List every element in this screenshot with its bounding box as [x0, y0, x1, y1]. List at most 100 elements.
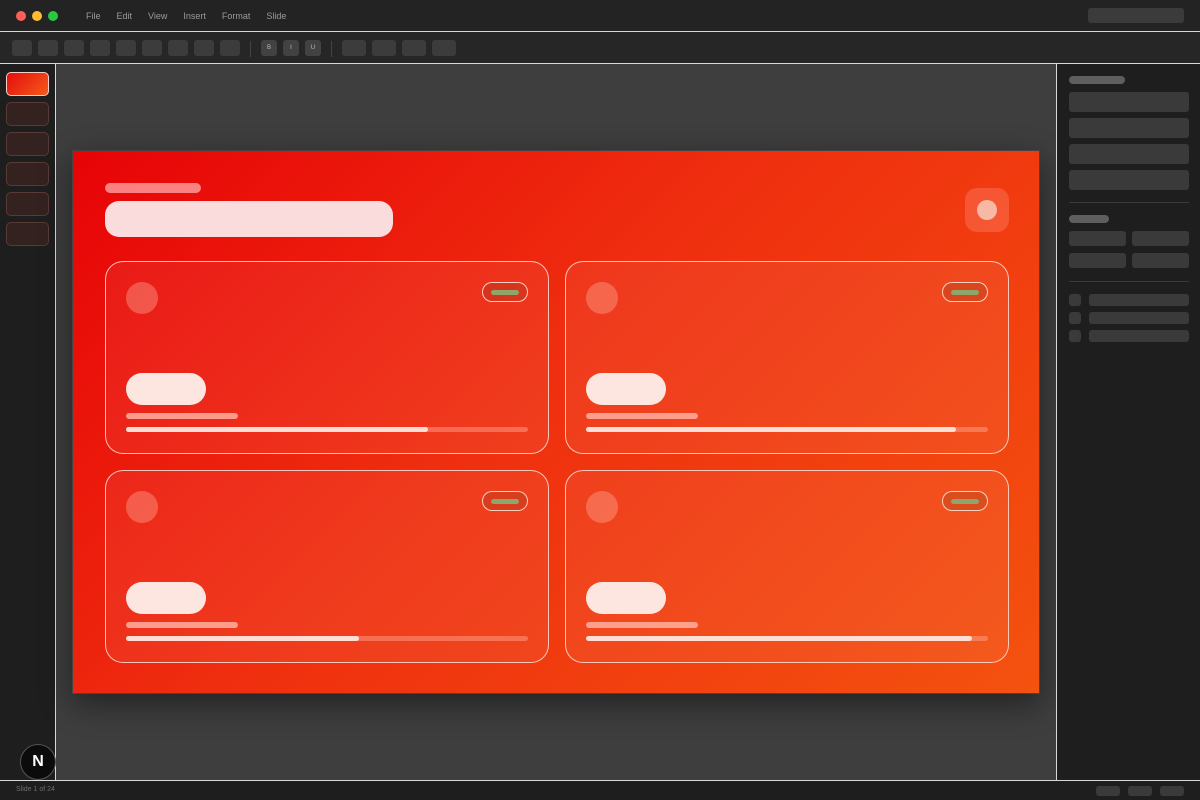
avatar-placeholder — [126, 491, 158, 523]
toolbar-button[interactable] — [64, 40, 84, 56]
option-row[interactable] — [1089, 312, 1189, 324]
progress-fill — [586, 427, 956, 432]
property-field[interactable] — [1069, 231, 1126, 246]
panel-section-heading — [1069, 76, 1125, 84]
property-field[interactable] — [1069, 92, 1189, 112]
view-button[interactable] — [1160, 786, 1184, 796]
option-row[interactable] — [1089, 330, 1189, 342]
toolbar-button[interactable] — [90, 40, 110, 56]
menu-bar: File Edit View Insert Format Slide — [86, 0, 302, 32]
property-field[interactable] — [1132, 253, 1189, 268]
toolbar-button[interactable] — [372, 40, 396, 56]
slide-thumbnail-panel — [0, 64, 56, 780]
toolbar-button[interactable] — [168, 40, 188, 56]
slide-thumbnail[interactable] — [6, 162, 49, 186]
card-value-placeholder — [586, 582, 666, 614]
stat-card[interactable] — [105, 261, 549, 454]
toolbar-button[interactable] — [402, 40, 426, 56]
stat-card[interactable] — [105, 470, 549, 663]
property-field[interactable] — [1069, 144, 1189, 164]
badge-bar — [951, 290, 979, 295]
toolbar-button[interactable] — [342, 40, 366, 56]
toolbar-button[interactable] — [432, 40, 456, 56]
property-field[interactable] — [1069, 253, 1126, 268]
option-row[interactable] — [1089, 294, 1189, 306]
card-label-placeholder — [586, 413, 698, 419]
search-field[interactable] — [1088, 8, 1184, 23]
menu-slide[interactable]: Slide — [266, 11, 286, 21]
toolbar-button[interactable] — [116, 40, 136, 56]
zoom-button[interactable] — [1096, 786, 1120, 796]
maximize-window-button[interactable] — [48, 11, 58, 21]
panel-divider — [1069, 281, 1189, 282]
slide-thumbnail[interactable] — [6, 192, 49, 216]
toolbar: B I U — [0, 33, 1200, 64]
toolbar-button[interactable] — [12, 40, 32, 56]
toolbar-button[interactable] — [220, 40, 240, 56]
slide-action-button[interactable] — [965, 188, 1009, 232]
progress-bar — [586, 427, 988, 432]
avatar-placeholder — [126, 282, 158, 314]
property-field[interactable] — [1069, 118, 1189, 138]
progress-bar — [126, 636, 528, 641]
checkbox[interactable] — [1069, 294, 1081, 306]
close-window-button[interactable] — [16, 11, 26, 21]
status-badge — [482, 491, 528, 511]
badge-bar — [951, 499, 979, 504]
status-bar: Slide 1 of 24 — [0, 780, 1200, 800]
checkbox[interactable] — [1069, 330, 1081, 342]
card-value-placeholder — [126, 582, 206, 614]
slide-kicker-placeholder[interactable] — [105, 183, 201, 193]
stat-card[interactable] — [565, 470, 1009, 663]
menu-view[interactable]: View — [148, 11, 167, 21]
editor-canvas — [56, 64, 1056, 780]
slide-title-placeholder[interactable] — [105, 201, 393, 237]
badge-bar — [491, 499, 519, 504]
menu-edit[interactable]: Edit — [117, 11, 133, 21]
underline-button[interactable]: U — [305, 40, 321, 56]
property-field[interactable] — [1132, 231, 1189, 246]
minimize-window-button[interactable] — [32, 11, 42, 21]
progress-fill — [126, 427, 428, 432]
status-badge — [942, 491, 988, 511]
progress-bar — [586, 636, 988, 641]
stat-card[interactable] — [565, 261, 1009, 454]
slide-thumbnail-active[interactable] — [6, 72, 49, 96]
title-bar: File Edit View Insert Format Slide — [0, 0, 1200, 32]
menu-insert[interactable]: Insert — [183, 11, 206, 21]
checkbox[interactable] — [1069, 312, 1081, 324]
progress-fill — [126, 636, 360, 641]
property-field[interactable] — [1069, 170, 1189, 190]
avatar-placeholder — [586, 491, 618, 523]
slide-thumbnail[interactable] — [6, 222, 49, 246]
card-label-placeholder — [126, 622, 238, 628]
slide[interactable] — [72, 150, 1040, 694]
badge-bar — [491, 290, 519, 295]
slide-thumbnail[interactable] — [6, 132, 49, 156]
status-badge — [942, 282, 988, 302]
toolbar-divider — [331, 41, 332, 57]
card-value-placeholder — [126, 373, 206, 405]
toolbar-button[interactable] — [142, 40, 162, 56]
toolbar-divider — [250, 41, 251, 57]
view-button[interactable] — [1128, 786, 1152, 796]
progress-bar — [126, 427, 528, 432]
menu-file[interactable]: File — [86, 11, 101, 21]
bold-button[interactable]: B — [261, 40, 277, 56]
properties-panel — [1056, 64, 1200, 780]
card-value-placeholder — [586, 373, 666, 405]
avatar-placeholder — [586, 282, 618, 314]
panel-divider — [1069, 202, 1189, 203]
progress-fill — [586, 636, 972, 641]
card-label-placeholder — [586, 622, 698, 628]
card-label-placeholder — [126, 413, 238, 419]
panel-section-heading — [1069, 215, 1109, 223]
menu-format[interactable]: Format — [222, 11, 251, 21]
slide-counter: Slide 1 of 24 — [16, 786, 55, 793]
toolbar-button[interactable] — [194, 40, 214, 56]
italic-button[interactable]: I — [283, 40, 299, 56]
toolbar-button[interactable] — [38, 40, 58, 56]
dot-icon — [977, 200, 997, 220]
slide-thumbnail[interactable] — [6, 102, 49, 126]
app-logo-icon[interactable]: N — [20, 744, 56, 780]
